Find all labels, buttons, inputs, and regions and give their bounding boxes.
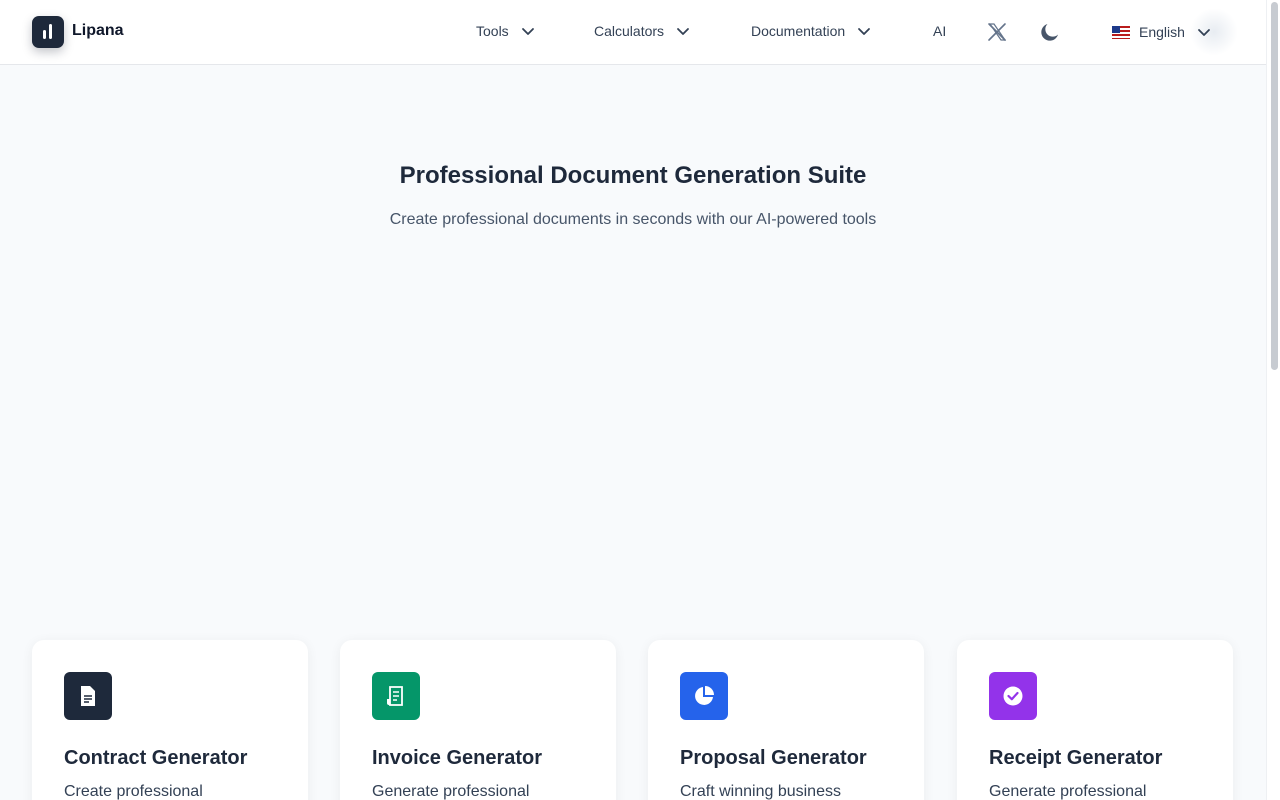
pie-chart-icon (680, 672, 728, 720)
receipt-icon (372, 672, 420, 720)
top-navbar: Lipana Tools Calculators Documentation A… (0, 0, 1266, 65)
language-selector[interactable]: English (1104, 14, 1219, 50)
card-description: Create professional (64, 783, 203, 800)
card-title: Invoice Generator (372, 747, 543, 769)
chevron-down-icon (677, 28, 689, 35)
document-icon (64, 672, 112, 720)
card-description: Generate professional (989, 783, 1147, 800)
receipt-generator-card[interactable]: Receipt Generator Generate professional (957, 640, 1233, 800)
scrollbar-thumb[interactable] (1271, 2, 1278, 370)
invoice-generator-card[interactable]: Invoice Generator Generate professional (340, 640, 616, 800)
card-title: Proposal Generator (680, 747, 867, 769)
card-description: Generate professional (372, 783, 530, 800)
card-title: Receipt Generator (989, 747, 1163, 769)
language-label: English (1139, 24, 1185, 40)
chevron-down-icon (1198, 29, 1210, 36)
chevron-down-icon (858, 28, 871, 35)
nav-calculators-label: Calculators (594, 23, 665, 39)
nav-tools-dropdown[interactable]: Tools (476, 23, 535, 39)
contract-generator-card[interactable]: Contract Generator Create professional (32, 640, 308, 800)
nav-tools-label: Tools (476, 23, 509, 39)
check-badge-icon (989, 672, 1037, 720)
us-flag-icon (1112, 25, 1130, 39)
nav-ai-link[interactable]: AI (933, 23, 946, 39)
card-title: Contract Generator (64, 747, 248, 769)
chevron-down-icon (521, 28, 534, 35)
card-description: Craft winning business (680, 783, 841, 800)
page-title: Professional Document Generation Suite (399, 162, 867, 189)
nav-documentation-label: Documentation (751, 23, 846, 39)
page-subtitle: Create professional documents in seconds… (389, 211, 877, 228)
proposal-generator-card[interactable]: Proposal Generator Craft winning busines… (648, 640, 924, 800)
lipana-logo-icon[interactable] (32, 16, 64, 48)
logo-text[interactable]: Lipana (72, 22, 124, 40)
moon-icon[interactable] (1038, 20, 1062, 44)
nav-documentation-dropdown[interactable]: Documentation (751, 23, 871, 39)
nav-calculators-dropdown[interactable]: Calculators (594, 23, 690, 39)
page-scrollbar[interactable] (1266, 0, 1280, 800)
x-twitter-icon[interactable] (985, 20, 1009, 44)
